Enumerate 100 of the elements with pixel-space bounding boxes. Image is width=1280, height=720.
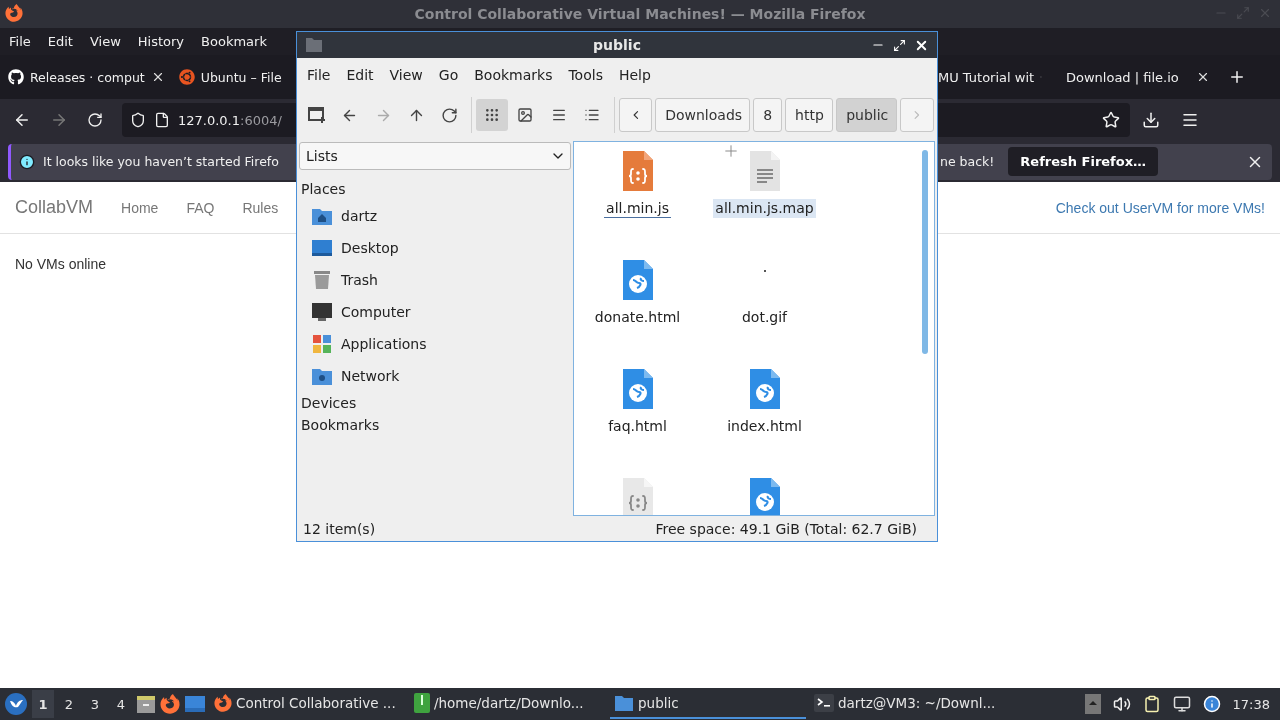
place-item[interactable]: Desktop [299,232,571,264]
download-icon [1142,111,1160,129]
icon-view-entry[interactable]: faq.html [574,366,701,475]
folder-icon [614,694,634,712]
nav-link[interactable]: Rules [228,199,293,216]
menu-item[interactable]: View [381,67,431,83]
icon-view-button[interactable] [476,99,508,131]
site-brand[interactable]: CollabVM [15,197,94,218]
start-menu-icon[interactable] [4,692,28,716]
maximize-icon[interactable] [893,38,906,52]
side-pane-dropdown[interactable]: Lists [299,142,571,170]
icon-view-entry[interactable]: all.min.js [574,148,701,257]
shield-icon [130,112,146,128]
place-item[interactable]: Applications [299,328,571,360]
network-folder-icon [311,366,333,386]
firefox-logo-icon [5,4,23,22]
browser-tab[interactable]: Ubuntu – File [170,60,282,94]
reload-icon [441,106,459,124]
icon-view-entry[interactable]: index.html [701,366,828,475]
path-button[interactable]: http [785,98,834,132]
firefox-icon [214,694,232,712]
notification-icon[interactable] [1202,695,1221,713]
address-bar[interactable]: 127.0.0.1:6004/ [122,103,296,137]
menu-item[interactable]: Edit [38,34,81,49]
notification-text: It looks like you haven’t started Firefo [43,154,279,169]
section-header[interactable]: Devices [299,392,571,414]
web-file-icon [620,367,655,411]
menu-icon [1181,111,1199,129]
menu-item[interactable]: Edit [338,67,382,83]
info-icon [19,153,35,170]
tray-expand-icon[interactable] [1084,694,1101,714]
github-icon [8,69,24,85]
text-file-icon [747,149,782,193]
menu-item[interactable]: Go [430,67,467,83]
window-title: public [592,37,642,53]
browser-tab[interactable]: MU Tutorial wit [938,60,1052,94]
plus-icon [1228,68,1246,86]
place-item[interactable]: Computer [299,296,571,328]
clock: 17:38 [1232,696,1270,712]
nav-link[interactable]: FAQ [172,199,229,216]
menu-item[interactable]: File [0,34,39,49]
computer-icon [311,302,333,322]
compact-view-icon [550,107,567,123]
thumbnail-view-icon [517,107,534,123]
workspace-button[interactable]: 4 [110,690,132,718]
place-item[interactable]: Network [299,360,571,392]
forward-arrow-icon [50,111,68,129]
workspace-button[interactable]: 1 [32,690,54,718]
browser-tab[interactable]: Download | file.io [1052,60,1220,94]
folder-icon [305,37,323,53]
path-button[interactable]: 8 [753,98,783,132]
web-file-icon [620,258,655,302]
place-item[interactable]: dartz [299,200,571,232]
clipboard-icon[interactable] [1142,695,1161,713]
applications-icon [311,334,333,354]
nav-link[interactable]: Home [107,199,173,216]
icon-view-entry[interactable]: donate.html [574,257,701,366]
menu-item[interactable]: Bookmark [192,34,275,49]
free-space: Free space: 49.1 GiB (Total: 62.7 GiB) [655,521,917,537]
menu-item[interactable]: Tools [560,67,611,83]
icon-view-icon [484,107,501,123]
web-file-icon [747,367,782,411]
crosshair-cursor-icon [722,142,740,160]
promo-link[interactable]: Check out UserVM for more VMs! [1055,199,1265,216]
archive-icon [414,693,430,713]
workspace-button[interactable]: 3 [84,690,106,718]
page-icon [154,112,170,128]
path-button[interactable]: public [836,98,898,132]
notification-text: ne back! [940,154,995,169]
new-window-icon [307,106,326,124]
menu-item[interactable]: Help [610,67,659,83]
home-folder-icon [311,206,333,226]
menu-item[interactable]: File [299,67,339,83]
taskbar-item[interactable]: /home/dartz/Downlo... [410,689,606,719]
bookmark-star-icon[interactable] [1102,111,1120,129]
code-file-icon [620,149,655,193]
ubuntu-icon [178,69,195,85]
terminal-icon [814,694,834,712]
taskbar-item[interactable]: public [610,689,806,719]
file-cabinet-icon[interactable] [136,694,156,714]
workspace-button[interactable]: 2 [58,690,80,718]
menu-item[interactable]: View [80,34,129,49]
window-title: Control Collaborative Virtual Machines! — Mozilla Firefox [414,6,866,22]
icon-view-entry[interactable]: dot.gif [701,257,828,366]
menu-item[interactable]: History [128,34,193,49]
desktop-icon[interactable] [184,694,206,714]
icon-view-entry[interactable]: all.min.js.map [701,148,828,257]
path-button[interactable]: Downloads [655,98,751,132]
section-header[interactable]: Places [299,178,571,200]
place-item[interactable]: Trash [299,264,571,296]
firefox-icon[interactable] [160,694,180,714]
desktop-icon [311,238,333,258]
menu-item[interactable]: Bookmarks [466,67,561,83]
browser-tab[interactable]: Releases · comput [0,60,171,94]
empty-message: No VMs online [15,256,107,272]
refresh-firefox-button[interactable]: Refresh Firefox… [1008,147,1159,176]
taskbar-item[interactable]: Control Collaborative ... [210,689,406,719]
section-header[interactable]: Bookmarks [299,414,571,436]
taskbar-item[interactable]: dartz@VM3: ~/Downl... [810,689,1006,719]
volume-icon[interactable] [1112,695,1131,713]
